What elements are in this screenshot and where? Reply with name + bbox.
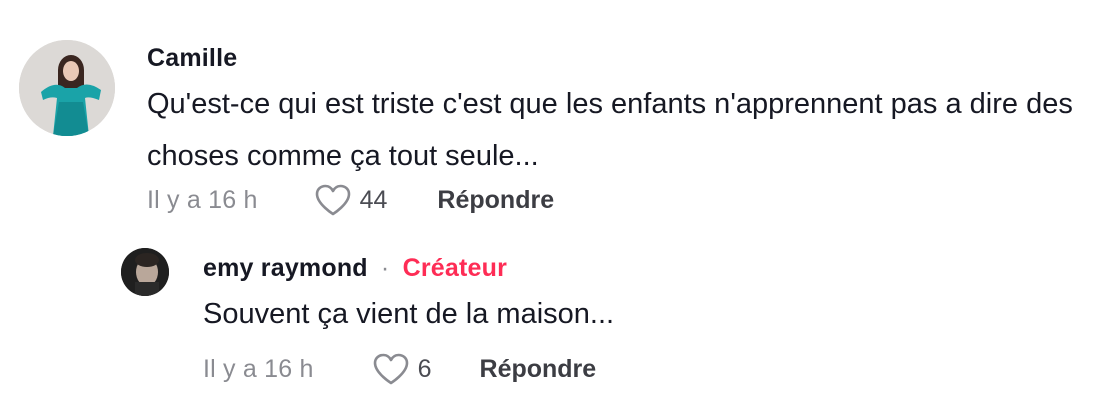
reply-username-line: emy raymond · Créateur: [203, 254, 507, 283]
heart-outline-icon: [315, 184, 350, 216]
reply-timestamp: Il y a 16 h: [203, 354, 314, 383]
avatar[interactable]: [121, 248, 169, 296]
comment-actions: Il y a 16 h 44 Répondre: [147, 180, 554, 220]
like-button[interactable]: 6: [372, 352, 432, 386]
reply-text: Souvent ça vient de la maison...: [203, 298, 615, 330]
avatar-image: [121, 248, 169, 296]
comment-username[interactable]: Camille: [147, 44, 237, 73]
separator-dot: ·: [380, 254, 390, 282]
reply-button[interactable]: Répondre: [480, 355, 597, 384]
like-count: 44: [359, 185, 388, 214]
like-button[interactable]: 44: [314, 183, 388, 217]
reply-username[interactable]: emy raymond: [203, 254, 368, 282]
like-count: 6: [417, 354, 432, 383]
creator-badge: Créateur: [402, 254, 508, 282]
avatar-image: [19, 40, 115, 136]
comments-section: Camille Qu'est-ce qui est triste c'est q…: [0, 0, 1120, 402]
comment-text: Qu'est-ce qui est triste c'est que les e…: [147, 88, 1073, 172]
avatar[interactable]: [19, 40, 115, 136]
reply-button[interactable]: Répondre: [437, 186, 554, 215]
reply-actions: Il y a 16 h 6 Répondre: [203, 349, 596, 389]
comment-timestamp: Il y a 16 h: [147, 185, 258, 214]
heart-outline-icon: [373, 353, 408, 385]
